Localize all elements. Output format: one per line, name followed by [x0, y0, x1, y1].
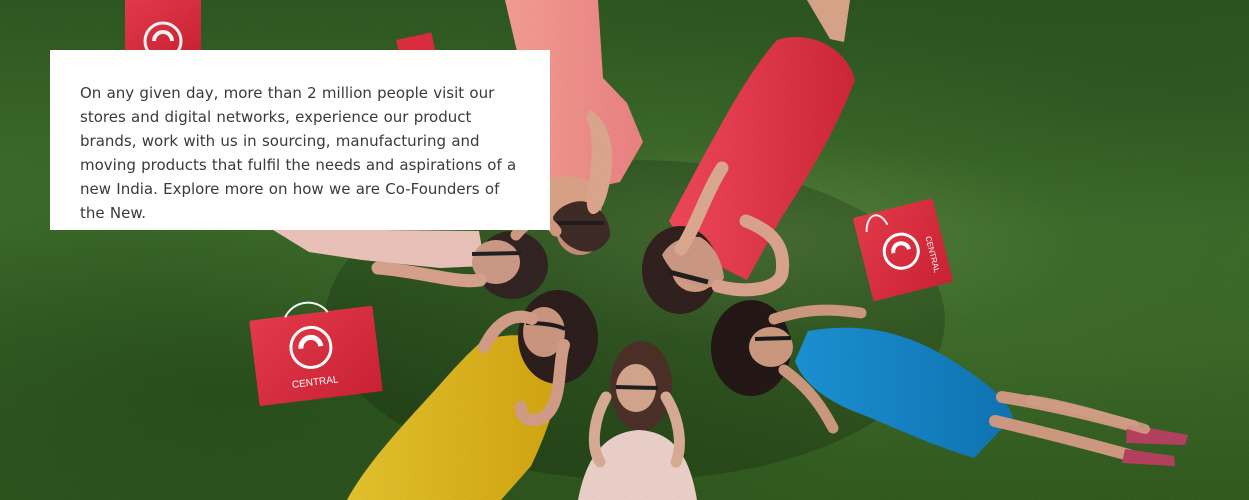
- shopping-bag-left: CENTRAL: [249, 301, 383, 406]
- hero-banner: CENTRAL CENTRAL On any given day, more t…: [0, 0, 1249, 500]
- hero-text-card: On any given day, more than 2 million pe…: [50, 50, 550, 230]
- hero-description: On any given day, more than 2 million pe…: [80, 84, 517, 222]
